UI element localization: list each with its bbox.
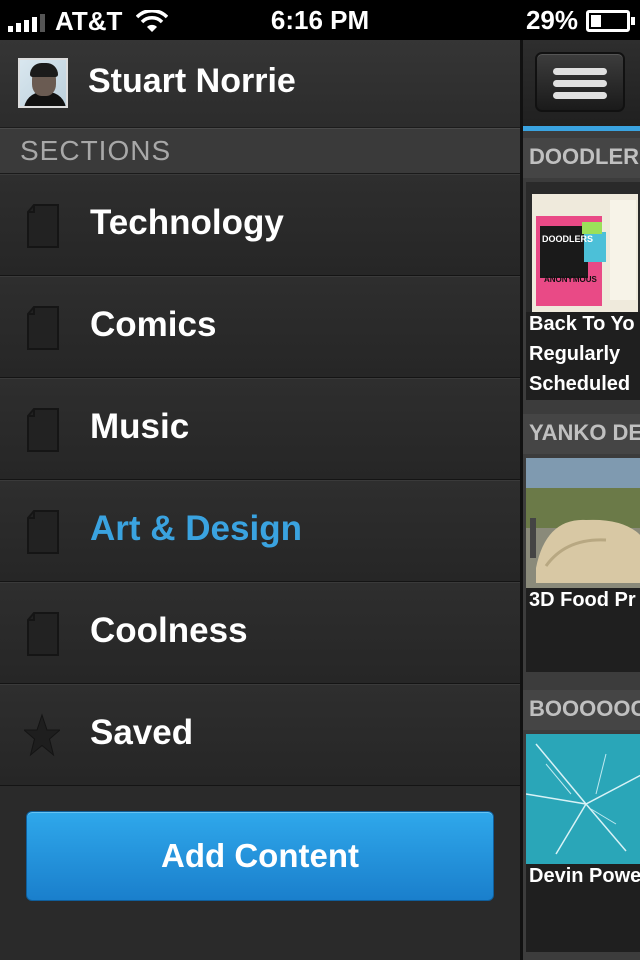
menu-item-label: Saved (90, 713, 194, 752)
page-icon (27, 408, 59, 452)
page-icon (27, 204, 59, 248)
menu-item[interactable]: Comics (0, 276, 520, 378)
status-bar: AT&T 6:16 PM 29% (0, 0, 640, 40)
battery-icon (586, 9, 635, 32)
feed-card-caption: Devin Powe (529, 865, 640, 887)
page-icon (27, 306, 59, 350)
battery-percent: 29% (525, 5, 578, 35)
feed-card-header[interactable]: YANKO DE (523, 414, 640, 454)
avatar (18, 58, 68, 108)
menu-item-label: Art & Design (90, 509, 302, 548)
sections-header: SECTIONS (0, 128, 520, 174)
hamburger-icon (553, 68, 607, 75)
feed-card-caption: 3D Food Pr (529, 589, 636, 611)
status-right: 29% (525, 5, 635, 36)
menu-item-label: Music (90, 407, 190, 446)
menu-item[interactable]: Coolness (0, 582, 520, 684)
feed-card-caption: Scheduled (529, 373, 631, 395)
battery-fill (591, 14, 601, 27)
svg-text:DOODLERS: DOODLERS (542, 234, 593, 244)
accent-line (523, 126, 640, 131)
profile-row[interactable]: Stuart Norrie (0, 40, 520, 128)
menu-item-label: Comics (90, 305, 217, 344)
feed-card-image (526, 458, 640, 588)
page-icon (27, 612, 59, 656)
profile-name: Stuart Norrie (88, 62, 296, 100)
feed-panel: DOODLER DOODLERS ANONYMOUS Back To Yo Re… (520, 40, 640, 960)
feed-card-header[interactable]: BOOOOOC (523, 690, 640, 730)
feed-topbar (523, 40, 640, 128)
page-icon (27, 510, 59, 554)
feed-card-image (526, 734, 640, 864)
side-menu: Stuart Norrie SECTIONS Technology Comics M… (0, 40, 520, 960)
sections-header-label: SECTIONS (20, 135, 172, 166)
feed-card-caption: Back To Yo (529, 313, 635, 335)
menu-item[interactable]: Saved (0, 684, 520, 786)
star-icon (24, 713, 60, 757)
menu-item[interactable]: Technology (0, 174, 520, 276)
feed-card-header[interactable]: DOODLER (523, 138, 640, 178)
add-content-button[interactable]: Add Content (26, 811, 494, 901)
menu-item[interactable]: Music (0, 378, 520, 480)
menu-item-label: Coolness (90, 611, 248, 650)
svg-text:ANONYMOUS: ANONYMOUS (544, 275, 598, 284)
menu-item-label: Technology (90, 203, 284, 242)
feed-card-image: DOODLERS ANONYMOUS (526, 182, 640, 312)
menu-button[interactable] (535, 52, 625, 112)
menu-item[interactable]: Art & Design (0, 480, 520, 582)
feed-card-caption: Regularly (529, 343, 621, 365)
